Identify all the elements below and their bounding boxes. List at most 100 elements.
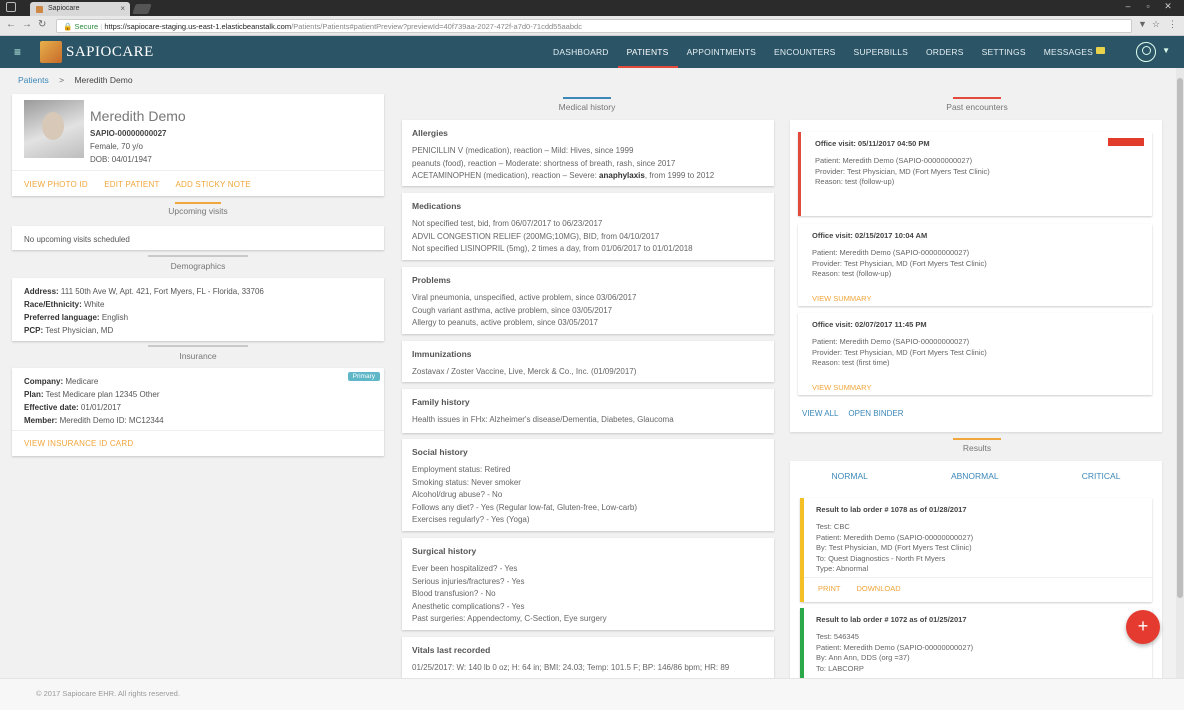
open-binder-button[interactable]: OPEN BINDER — [848, 409, 903, 418]
view-summary-button[interactable]: VIEW SUMMARY — [812, 294, 1138, 303]
back-icon[interactable]: ← — [6, 19, 16, 30]
breadcrumb-patients[interactable]: Patients — [18, 75, 49, 85]
plan-label: Plan: — [24, 390, 44, 399]
message-badge-icon — [1096, 47, 1105, 54]
nav-patients[interactable]: PATIENTS — [617, 36, 678, 68]
maximize-icon[interactable]: ▫ — [1138, 1, 1158, 11]
past-encounters-title: Past encounters — [946, 102, 1008, 112]
download-button[interactable]: DOWNLOAD — [856, 584, 900, 593]
social-history-line: Follows any diet? - Yes (Regular low-fat… — [412, 502, 637, 512]
footer: © 2017 Sapiocare EHR. All rights reserve… — [0, 678, 1184, 710]
results-title: Results — [962, 443, 992, 453]
reload-icon[interactable]: ↻ — [38, 19, 46, 30]
plan-row: Plan: Test Medicare plan 12345 Other — [24, 388, 372, 401]
add-sticky-note-button[interactable]: ADD STICKY NOTE — [176, 180, 251, 189]
family-history-card: Family history Health issues in FHx: Alz… — [402, 389, 774, 433]
patient-dob: DOB: 04/01/1947 — [90, 155, 152, 164]
edit-patient-button[interactable]: EDIT PATIENT — [104, 180, 159, 189]
url-path: /Patients/Patients#patientPreview?previe… — [291, 22, 582, 31]
encounter-patient: Patient: Meredith Demo (SAPIO-0000000002… — [812, 337, 970, 346]
language-label: Preferred language: — [24, 313, 100, 322]
result-actions: PRINT DOWNLOAD — [818, 584, 901, 593]
nav-appointments[interactable]: APPOINTMENTS — [678, 36, 765, 68]
race-value: White — [84, 300, 105, 309]
language-value: English — [101, 313, 129, 322]
logo-icon — [40, 41, 62, 63]
user-avatar-icon[interactable] — [1136, 42, 1156, 62]
view-summary-button[interactable]: VIEW SUMMARY — [812, 383, 1138, 392]
window-controls: – ▫ ✕ — [1118, 1, 1178, 12]
close-window-icon[interactable]: ✕ — [1158, 1, 1178, 12]
insurance-card: Primary Company: Medicare Plan: Test Med… — [12, 368, 384, 456]
nav-superbills[interactable]: SUPERBILLS — [845, 36, 917, 68]
encounter-item[interactable]: Office visit: 05/11/2017 04:50 PM Patien… — [798, 132, 1152, 216]
encounter-provider: Provider: Test Physician, MD (Fort Myers… — [812, 347, 987, 357]
results-underline — [953, 438, 1001, 440]
favicon-icon — [36, 6, 43, 13]
social-history-line: Smoking status: Never smoker — [412, 477, 521, 487]
bookmark-star-icon[interactable]: ☆ — [1152, 19, 1160, 30]
address-bar[interactable]: 🔒 Secure | https://sapiocare-staging.us-… — [56, 19, 1132, 33]
main-nav: DASHBOARD PATIENTS APPOINTMENTS ENCOUNTE… — [544, 36, 1114, 68]
company-value: Medicare — [65, 377, 99, 386]
result-item[interactable]: Result to lab order # 1072 as of 01/25/2… — [800, 608, 1152, 678]
medication-line: Not specified test, bid, from 06/07/2017… — [412, 219, 603, 228]
print-button[interactable]: PRINT — [818, 584, 840, 593]
scrollbar-thumb[interactable] — [1177, 78, 1183, 598]
language-row: Preferred language: English — [24, 311, 372, 324]
address-row: Address: 111 50th Ave W, Apt. 421, Fort … — [24, 285, 372, 298]
browser-tab[interactable]: Sapiocare × — [30, 2, 130, 16]
result-item[interactable]: Result to lab order # 1078 as of 01/28/2… — [800, 498, 1152, 602]
allergies-title: Allergies — [412, 128, 448, 138]
nav-settings[interactable]: SETTINGS — [973, 36, 1035, 68]
result-line: To: Quest Diagnostics - North Ft Myers — [816, 553, 946, 563]
patient-photo[interactable] — [24, 100, 84, 158]
allergies-card: Allergies PENICILLIN V (medication), rea… — [402, 120, 774, 186]
app-header: ≡ SAPIOCARE DASHBOARD PATIENTS APPOINTME… — [0, 36, 1184, 68]
forward-icon[interactable]: → — [22, 19, 32, 30]
add-fab-button[interactable]: + — [1126, 610, 1160, 644]
encounter-reason: Reason: test (follow-up) — [812, 269, 892, 278]
extension-icon[interactable]: ▼ — [1138, 19, 1147, 29]
result-line: Test: 546345 — [816, 632, 859, 641]
close-tab-icon[interactable]: × — [120, 4, 125, 13]
patient-card: Meredith Demo SAPIO-00000000027 Female, … — [12, 94, 384, 196]
browser-menu-icon[interactable]: ⋮ — [1168, 19, 1177, 30]
user-menu-caret-icon[interactable]: ▼ — [1162, 46, 1170, 55]
hamburger-menu-icon[interactable]: ≡ — [14, 45, 21, 59]
result-line: Patient: Meredith Demo (SAPIO-0000000002… — [816, 642, 974, 652]
demographics-title: Demographics — [170, 261, 226, 271]
problems-card: Problems Viral pneumonia, unspecified, a… — [402, 267, 774, 334]
nav-orders[interactable]: ORDERS — [917, 36, 973, 68]
tab-abnormal[interactable]: ABNORMAL — [951, 471, 999, 481]
nav-messages[interactable]: MESSAGES — [1035, 36, 1114, 68]
company-label: Company: — [24, 377, 64, 386]
nav-encounters[interactable]: ENCOUNTERS — [765, 36, 845, 68]
past-encounters-card: Office visit: 05/11/2017 04:50 PM Patien… — [790, 120, 1162, 432]
surgical-history-title: Surgical history — [412, 546, 477, 556]
medical-history-heading: Medical history — [400, 97, 774, 112]
tab-critical[interactable]: CRITICAL — [1082, 471, 1121, 481]
view-photo-id-button[interactable]: VIEW PHOTO ID — [24, 180, 88, 189]
past-encounters-heading: Past encounters — [790, 97, 1164, 112]
view-all-button[interactable]: VIEW ALL — [802, 409, 838, 418]
tab-normal[interactable]: NORMAL — [832, 471, 868, 481]
page-scrollbar[interactable] — [1176, 68, 1184, 678]
patient-actions: VIEW PHOTO ID EDIT PATIENT ADD STICKY NO… — [24, 180, 265, 189]
nav-dashboard[interactable]: DASHBOARD — [544, 36, 618, 68]
effective-row: Effective date: 01/01/2017 — [24, 401, 372, 414]
insurance-divider — [148, 345, 248, 347]
footer-copyright: © 2017 Sapiocare EHR. All rights reserve… — [36, 689, 180, 698]
encounter-reason: Reason: test (first time) — [812, 358, 890, 367]
encounter-provider: Provider: Test Physician, MD (Fort Myers… — [815, 166, 990, 176]
pcp-label: PCP: — [24, 326, 44, 335]
encounter-title: Office visit: 02/07/2017 11:45 PM — [812, 320, 927, 329]
new-tab-button[interactable] — [132, 4, 152, 14]
window-menu-icon[interactable] — [6, 2, 16, 12]
view-insurance-id-card-button[interactable]: VIEW INSURANCE ID CARD — [24, 439, 133, 448]
result-line: To: LABCORP — [816, 663, 864, 673]
vitals-line: 01/25/2017: W: 140 lb 0 oz; H: 64 in; BM… — [412, 663, 730, 672]
minimize-icon[interactable]: – — [1118, 1, 1138, 11]
race-label: Race/Ethnicity: — [24, 300, 82, 309]
upcoming-visits-underline — [175, 202, 221, 204]
